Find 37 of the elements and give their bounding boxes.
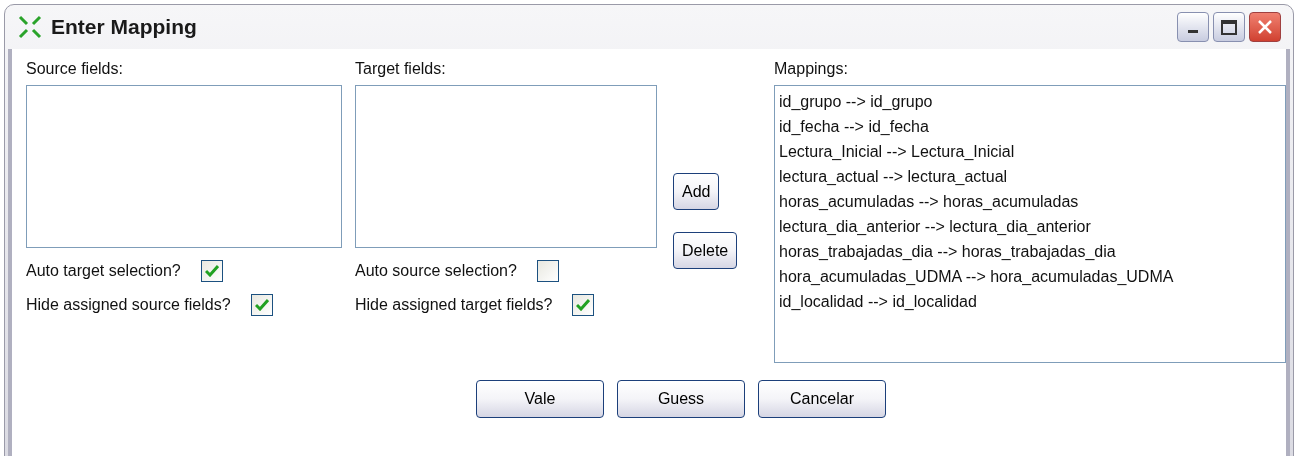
checkbox[interactable] [250,294,273,316]
dialog-button[interactable]: Cancelar [758,380,886,418]
maximize-button[interactable] [1213,12,1245,42]
mapping-item[interactable]: id_fecha --> id_fecha [779,114,1281,139]
checkbox-label: Auto target selection? [26,261,181,281]
checkbox[interactable] [572,294,595,316]
checkbox-label: Hide assigned target fields? [355,295,553,315]
checkmark-icon [576,299,591,311]
checkbox-label: Hide assigned source fields? [26,295,231,315]
action-button[interactable]: Delete [673,232,738,269]
minimize-button[interactable] [1177,12,1209,42]
mapping-item[interactable]: Lectura_Inicial --> Lectura_Inicial [779,139,1281,164]
mapping-item[interactable]: hora_acumuladas_UDMA --> hora_acumuladas_UDMA [779,264,1281,289]
checkmark-icon [204,265,219,277]
list-label: Target fields: [355,59,447,79]
mapping-item[interactable]: id_grupo --> id_grupo [779,89,1281,114]
action-button[interactable]: Add [673,173,720,210]
checkbox[interactable] [200,260,223,282]
checkmark-icon [254,299,269,311]
mappings-list[interactable] [774,85,1286,363]
mapping-item[interactable]: lectura_dia_anterior --> lectura_dia_anterior [779,214,1281,239]
close-button[interactable] [1249,12,1281,42]
dialog-button[interactable]: Vale [476,380,604,418]
list-label: Mappings: [774,59,849,79]
list-label: Source fields: [26,59,124,79]
field-list[interactable] [355,85,657,248]
mapping-item[interactable]: horas_acumuladas --> horas_acumuladas [779,189,1281,214]
mapping-item[interactable]: horas_trabajadas_dia --> horas_trabajadas_dia [779,239,1281,264]
field-list[interactable] [26,85,342,248]
window-title: Enter Mapping [51,14,197,41]
dialog-button[interactable]: Guess [617,380,745,418]
mapping-item[interactable]: lectura_actual --> lectura_actual [779,164,1281,189]
close-icon [1257,19,1273,35]
checkbox[interactable] [536,260,559,282]
checkbox-label: Auto source selection? [355,261,517,281]
mapping-item[interactable]: id_localidad --> id_localidad [779,289,1281,314]
arrows-icon [17,14,43,40]
